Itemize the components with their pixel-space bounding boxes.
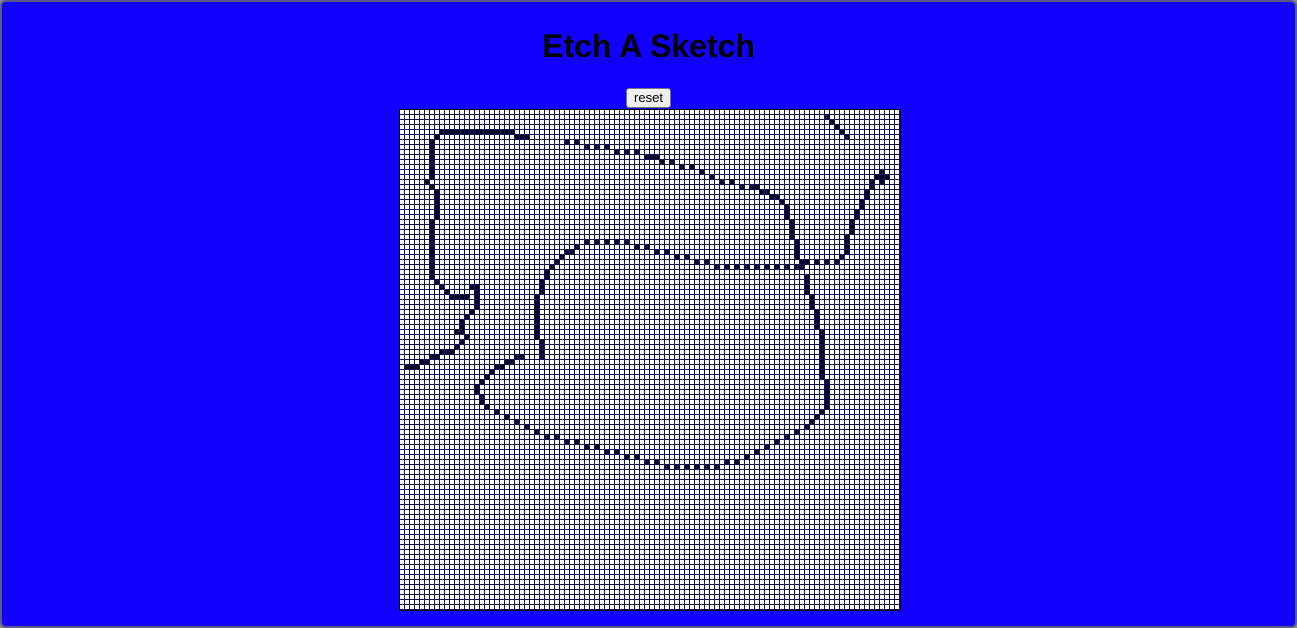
page-title: Etch A Sketch — [542, 28, 755, 64]
reset-button[interactable]: reset — [626, 88, 671, 108]
app-window: Etch A Sketch reset — [0, 0, 1297, 628]
sketch-grid[interactable] — [399, 109, 901, 611]
